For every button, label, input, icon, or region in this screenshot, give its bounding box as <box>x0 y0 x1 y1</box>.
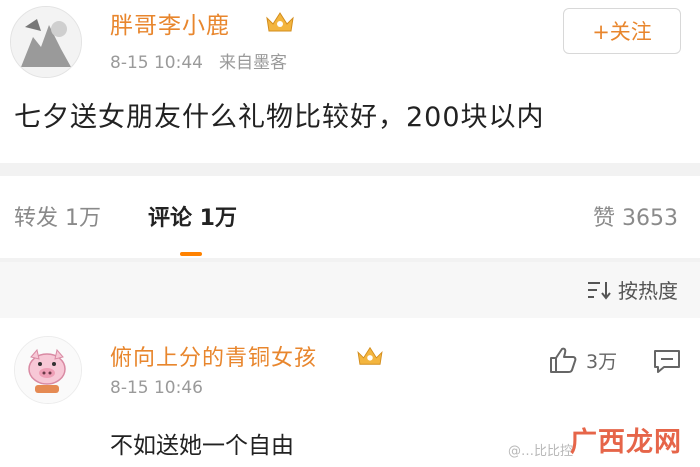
sort-by-hot-button[interactable]: 按热度 <box>586 275 678 304</box>
active-tab-indicator <box>180 252 202 256</box>
sort-icon <box>588 281 611 300</box>
tab-repost[interactable]: 转发 1万 <box>14 200 101 232</box>
comment-text: 不如送她一个自由 <box>110 433 294 459</box>
post-time: 8-15 10:44 <box>110 53 203 73</box>
poster-username[interactable]: 胖哥李小鹿 <box>110 6 230 40</box>
comment-like-count: 3万 <box>586 350 618 373</box>
divider <box>0 163 700 176</box>
poster-avatar[interactable] <box>10 6 82 78</box>
commenter-avatar[interactable] <box>14 336 82 404</box>
tab-likes[interactable]: 赞 3653 <box>593 200 678 232</box>
sort-label: 按热度 <box>618 279 678 303</box>
commenter-username[interactable]: 俯向上分的青铜女孩 <box>110 340 317 372</box>
post-text: 七夕送女朋友什么礼物比较好，200块以内 <box>14 102 545 133</box>
post-meta: 8-15 10:44 来自墨客 <box>110 48 303 73</box>
post-source: 来自墨客 <box>218 53 287 73</box>
thumbs-up-icon <box>550 347 577 373</box>
follow-button[interactable]: +关注 <box>563 8 681 54</box>
tab-comments[interactable]: 评论 1万 <box>148 200 237 232</box>
comment-time: 8-15 10:46 <box>110 378 203 398</box>
crown-icon <box>266 12 294 32</box>
engagement-tabs: 转发 1万 评论 1万 赞 3653 <box>0 176 700 258</box>
comment-reply-icon[interactable] <box>652 348 682 374</box>
weibo-watermark: @…比比控 <box>508 444 574 459</box>
crown-icon <box>357 346 383 365</box>
site-watermark: 广西龙网 <box>570 427 682 458</box>
post-card: 胖哥李小鹿 8-15 10:44 来自墨客 +关注 七夕送女朋友什么礼物比较好，2… <box>0 0 700 163</box>
sort-bar: 按热度 <box>0 262 700 318</box>
comment-like-button[interactable]: 3万 <box>548 346 617 374</box>
